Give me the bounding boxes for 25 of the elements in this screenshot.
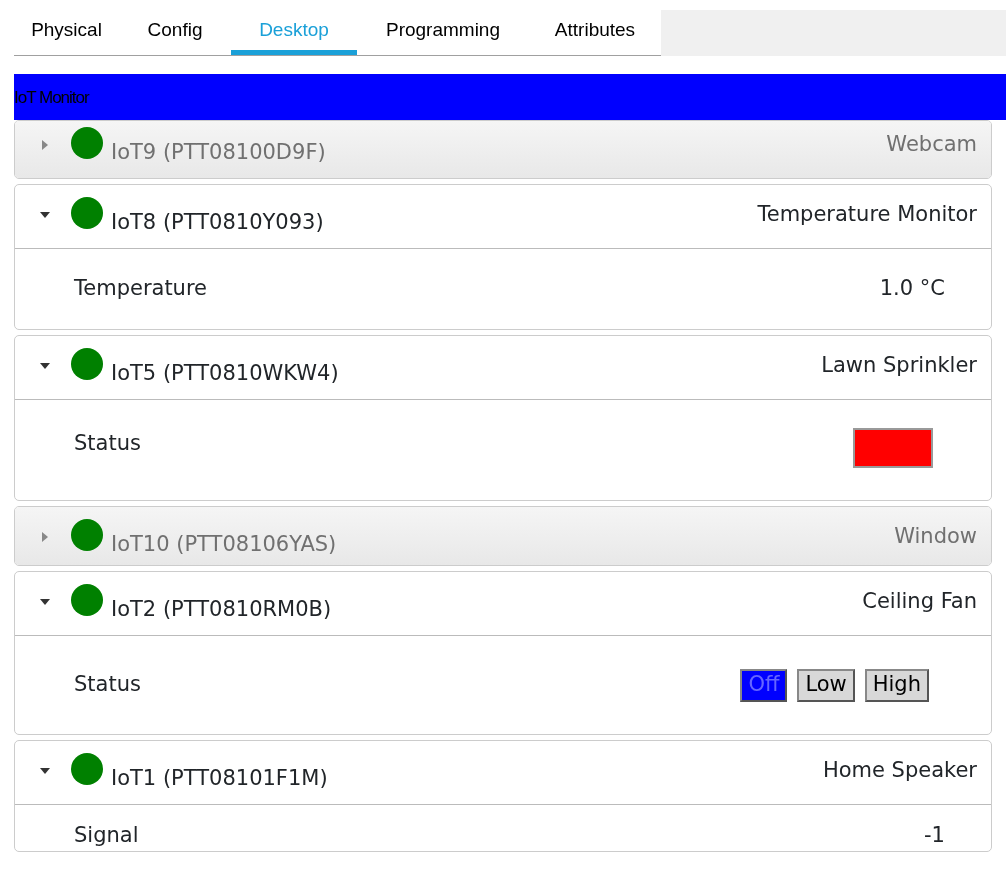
device-name: IoT2 (PTT0810RM0B) [111, 596, 332, 623]
tab[interactable]: Programming [357, 15, 529, 55]
device-type: Lawn Sprinkler [821, 352, 977, 379]
field-value: 1.0 °C [879, 275, 945, 303]
device-type: Webcam [886, 131, 977, 158]
device-name: IoT10 (PTT08106YAS) [111, 531, 337, 558]
field-value: -1 [924, 821, 945, 849]
device-name: IoT9 (PTT08100D9F) [111, 139, 326, 166]
device-type: Ceiling Fan [862, 588, 977, 615]
device-name: IoT5 (PTT0810WKW4) [111, 360, 339, 387]
field-label: Status [74, 430, 141, 457]
speed-button[interactable]: Low [797, 668, 855, 702]
device-type: Window [894, 523, 977, 550]
tab[interactable]: Attributes [529, 15, 661, 55]
device-type: Home Speaker [822, 757, 977, 784]
device-type: Temperature Monitor [757, 201, 977, 228]
field-label: Temperature [74, 275, 208, 303]
tab[interactable]: Physical [14, 15, 119, 55]
device-name: IoT1 (PTT08101F1M) [111, 765, 328, 792]
speed-button[interactable]: High [864, 668, 929, 702]
field-label: Signal [74, 821, 139, 849]
field-label: Status [74, 671, 141, 699]
app-title: IoT Monitor [14, 86, 89, 109]
device-name: IoT8 (PTT0810Y093) [111, 209, 324, 236]
tab[interactable]: Config [119, 15, 231, 55]
